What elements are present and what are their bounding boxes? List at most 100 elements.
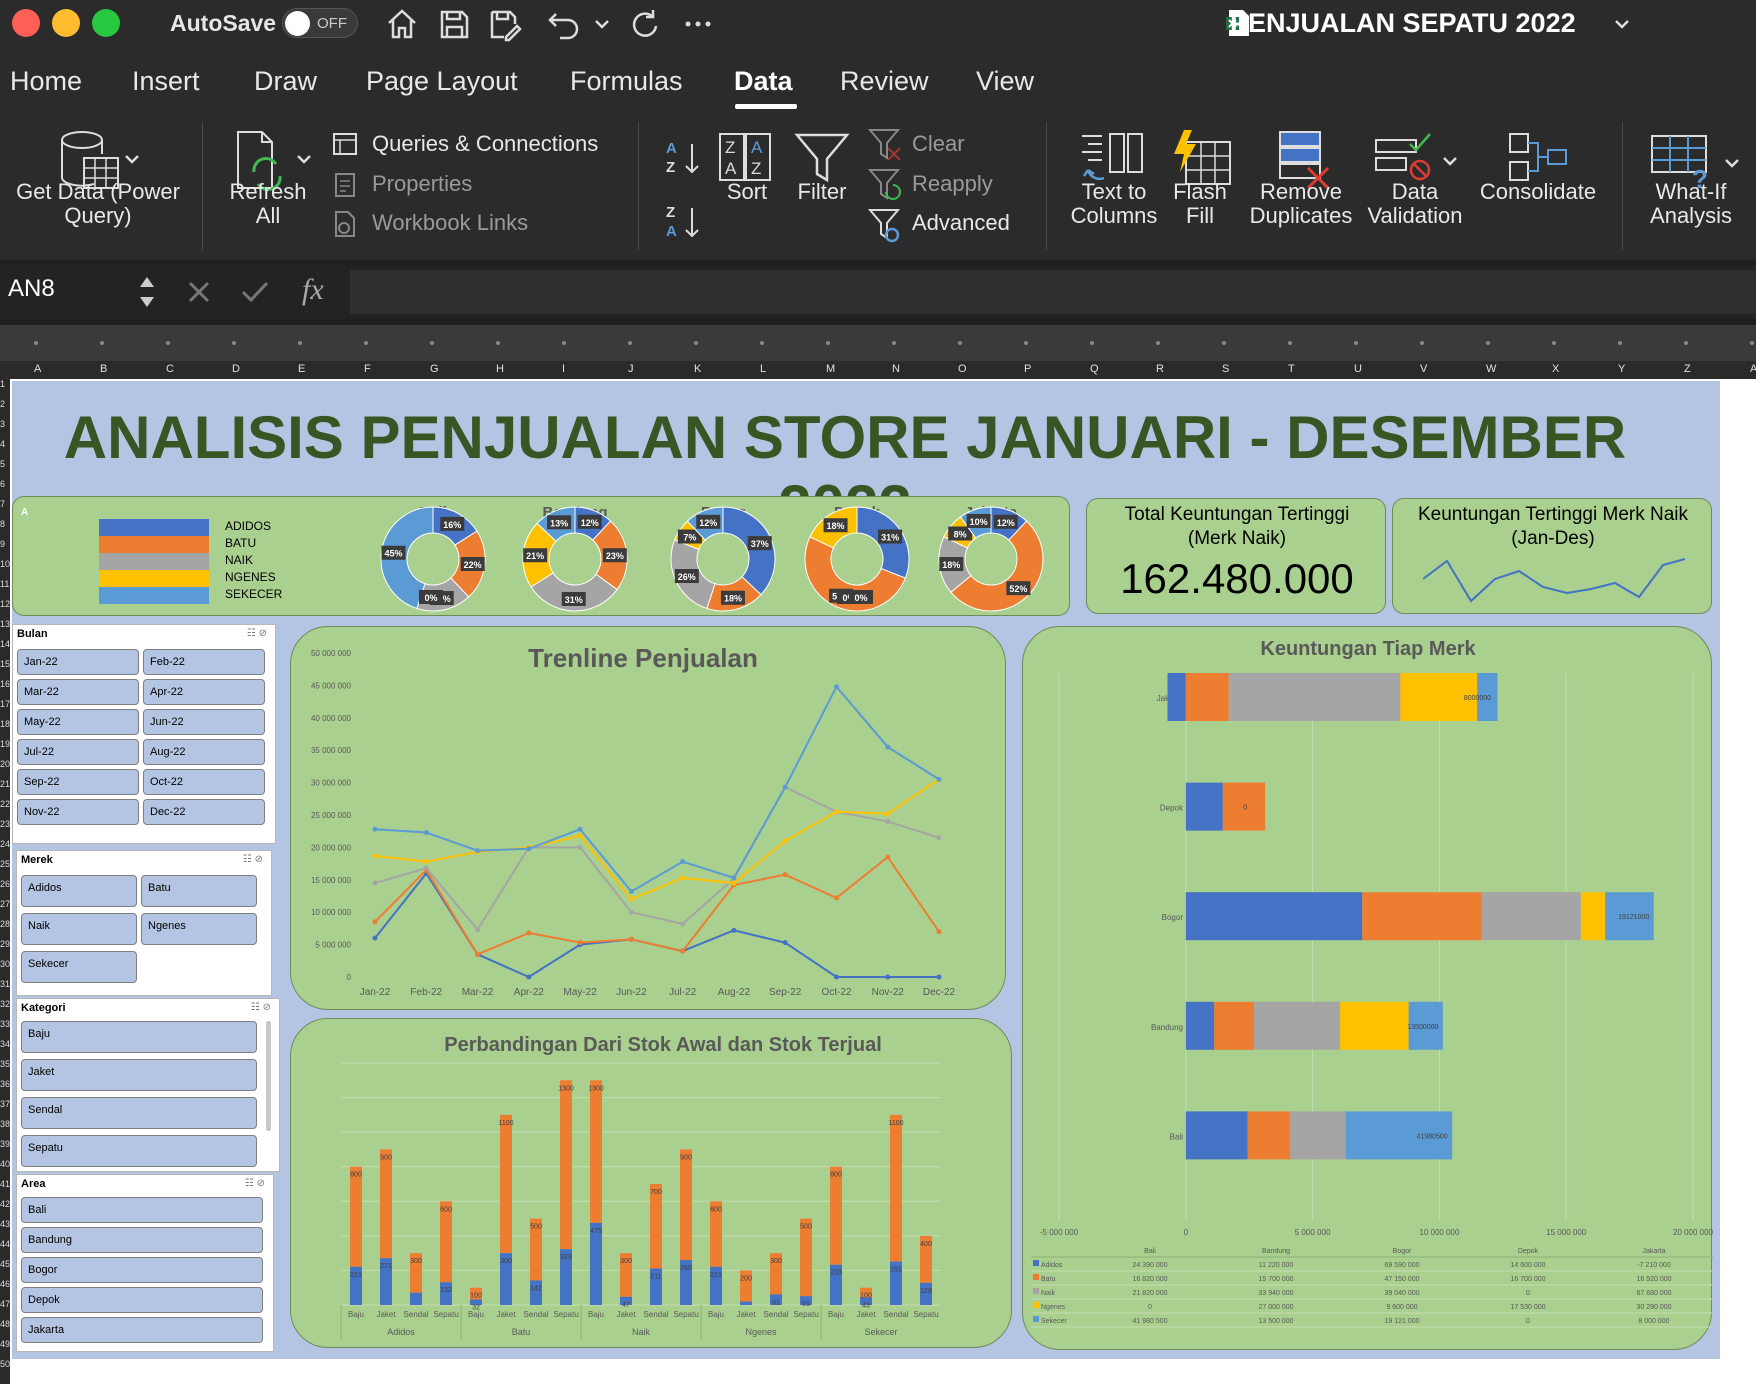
slicer-item-kategori-jaket[interactable]: Jaket bbox=[21, 1059, 257, 1091]
row-header[interactable]: 47 bbox=[0, 1299, 10, 1319]
more-options-icon[interactable] bbox=[680, 6, 716, 42]
slicer-bulan[interactable]: Bulan ☷ ⊘ Jan-22 Feb-22 Mar-22 Apr-22 May-22… bbox=[12, 624, 276, 844]
column-header-H[interactable]: H bbox=[496, 363, 504, 375]
trenline-chart-panel[interactable]: Trenline Penjualan 0 5 000 000 10 000 000 15… bbox=[290, 626, 1006, 1010]
slicer-item-kategori-baju[interactable]: Baju bbox=[21, 1021, 257, 1053]
row-header[interactable]: 15 bbox=[0, 659, 10, 679]
slicer-item-area-bandung[interactable]: Bandung bbox=[21, 1227, 263, 1253]
row-header[interactable]: 13 bbox=[0, 619, 10, 639]
tab-review[interactable]: Review bbox=[840, 66, 929, 97]
slicer-item-area-depok[interactable]: Depok bbox=[21, 1287, 263, 1313]
text-to-columns-button[interactable]: Text to Columns bbox=[1064, 180, 1164, 228]
advanced-button[interactable]: Advanced bbox=[912, 211, 1010, 235]
name-box-stepper-icon[interactable] bbox=[136, 271, 158, 313]
column-header-J[interactable]: J bbox=[628, 363, 634, 375]
workbook-links-button[interactable]: Workbook Links bbox=[372, 211, 528, 235]
reapply-button[interactable]: Reapply bbox=[912, 172, 993, 196]
row-header[interactable]: 20 bbox=[0, 759, 10, 779]
row-header[interactable]: 16 bbox=[0, 679, 10, 699]
close-window-button[interactable] bbox=[12, 9, 40, 37]
slicer-item-bulan-dec-22[interactable]: Dec-22 bbox=[143, 799, 265, 825]
row-header[interactable]: 48 bbox=[0, 1319, 10, 1339]
row-header[interactable]: 19 bbox=[0, 739, 10, 759]
column-header-U[interactable]: U bbox=[1354, 363, 1362, 375]
row-header[interactable]: 43 bbox=[0, 1219, 10, 1239]
slicer-multiselect-icon[interactable]: ☷ ⊘ bbox=[251, 1002, 271, 1013]
zoom-window-button[interactable] bbox=[92, 9, 120, 37]
slicer-kategori[interactable]: Kategori ☷ ⊘ Baju Jaket Sendal Sepatu bbox=[16, 998, 280, 1172]
row-header[interactable]: 35 bbox=[0, 1059, 10, 1079]
row-header[interactable]: 21 bbox=[0, 779, 10, 799]
row-header[interactable]: 5 bbox=[0, 459, 10, 479]
slicer-item-bulan-oct-22[interactable]: Oct-22 bbox=[143, 769, 265, 795]
sort-descending-icon[interactable]: ZA bbox=[664, 202, 704, 242]
column-header-B[interactable]: B bbox=[100, 363, 107, 375]
filter-button[interactable]: Filter bbox=[790, 180, 854, 204]
column-header-Z[interactable]: Z bbox=[1684, 363, 1691, 375]
column-header-G[interactable]: G bbox=[430, 363, 439, 375]
row-header[interactable]: 34 bbox=[0, 1039, 10, 1059]
slicer-multiselect-icon[interactable]: ☷ ⊘ bbox=[243, 854, 263, 865]
slicer-merek[interactable]: Merek ☷ ⊘ Adidos Batu Naik Ngenes Sekecer bbox=[16, 850, 272, 996]
column-header-Q[interactable]: Q bbox=[1090, 363, 1099, 375]
sort-ascending-icon[interactable]: AZ bbox=[664, 138, 704, 178]
slicer-scrollbar[interactable] bbox=[266, 1021, 271, 1131]
column-header-F[interactable]: F bbox=[364, 363, 371, 375]
column-header-R[interactable]: R bbox=[1156, 363, 1164, 375]
formula-input[interactable] bbox=[350, 270, 1756, 314]
column-header-W[interactable]: W bbox=[1486, 363, 1496, 375]
row-header[interactable]: 44 bbox=[0, 1239, 10, 1259]
slicer-item-merek-ngenes[interactable]: Ngenes bbox=[141, 913, 257, 945]
tab-page-layout[interactable]: Page Layout bbox=[366, 66, 518, 97]
column-header-S[interactable]: S bbox=[1222, 363, 1229, 375]
slicer-item-bulan-mar-22[interactable]: Mar-22 bbox=[17, 679, 139, 705]
row-header[interactable]: 22 bbox=[0, 799, 10, 819]
slicer-item-kategori-sepatu[interactable]: Sepatu bbox=[21, 1135, 257, 1167]
tab-home[interactable]: Home bbox=[10, 66, 82, 97]
row-header[interactable]: 1 bbox=[0, 379, 10, 399]
column-header-L[interactable]: L bbox=[760, 363, 766, 375]
row-header[interactable]: 9 bbox=[0, 539, 10, 559]
slicer-item-merek-adidos[interactable]: Adidos bbox=[21, 875, 137, 907]
row-header[interactable]: 6 bbox=[0, 479, 10, 499]
row-header[interactable]: 28 bbox=[0, 919, 10, 939]
row-header[interactable]: 50 bbox=[0, 1359, 10, 1379]
row-header[interactable]: 26 bbox=[0, 879, 10, 899]
kpi-card[interactable]: Total Keuntungan Tertinggi (Merk Naik) 1… bbox=[1086, 498, 1386, 614]
column-header-D[interactable]: D bbox=[232, 363, 240, 375]
sparkline-card[interactable]: Keuntungan Tertinggi Merk Naik (Jan-Des) bbox=[1392, 498, 1712, 614]
slicer-item-area-jakarta[interactable]: Jakarta bbox=[21, 1317, 263, 1343]
row-header[interactable]: 10 bbox=[0, 559, 10, 579]
row-header[interactable]: 39 bbox=[0, 1139, 10, 1159]
what-if-analysis-button[interactable]: What-If Analysis bbox=[1636, 180, 1746, 228]
column-header-O[interactable]: O bbox=[958, 363, 967, 375]
row-header[interactable]: 25 bbox=[0, 859, 10, 879]
row-header[interactable]: 12 bbox=[0, 599, 10, 619]
slicer-item-bulan-aug-22[interactable]: Aug-22 bbox=[143, 739, 265, 765]
slicer-item-merek-naik[interactable]: Naik bbox=[21, 913, 137, 945]
row-header[interactable]: 11 bbox=[0, 579, 10, 599]
row-header[interactable]: 30 bbox=[0, 959, 10, 979]
save-as-icon[interactable] bbox=[486, 6, 522, 42]
row-header[interactable]: 45 bbox=[0, 1259, 10, 1279]
undo-icon[interactable] bbox=[546, 6, 582, 42]
slicer-item-merek-sekecer[interactable]: Sekecer bbox=[21, 951, 137, 983]
data-validation-button[interactable]: Data Validation bbox=[1358, 180, 1472, 228]
name-box[interactable]: AN8 bbox=[8, 275, 55, 303]
column-header-K[interactable]: K bbox=[694, 363, 701, 375]
slicer-multiselect-icon[interactable]: ☷ ⊘ bbox=[245, 1178, 265, 1189]
column-header-I[interactable]: I bbox=[562, 363, 565, 375]
row-header[interactable]: 32 bbox=[0, 999, 10, 1019]
column-header-N[interactable]: N bbox=[892, 363, 900, 375]
home-icon[interactable] bbox=[384, 6, 420, 42]
row-header[interactable]: 41 bbox=[0, 1179, 10, 1199]
column-header-V[interactable]: V bbox=[1420, 363, 1427, 375]
row-header[interactable]: 7 bbox=[0, 499, 10, 519]
row-header[interactable]: 37 bbox=[0, 1099, 10, 1119]
column-header-P[interactable]: P bbox=[1024, 363, 1031, 375]
column-header-X[interactable]: X bbox=[1552, 363, 1559, 375]
save-icon[interactable] bbox=[436, 6, 472, 42]
column-header-A[interactable]: A bbox=[34, 363, 41, 375]
column-header-E[interactable]: E bbox=[298, 363, 305, 375]
row-header[interactable]: 23 bbox=[0, 819, 10, 839]
